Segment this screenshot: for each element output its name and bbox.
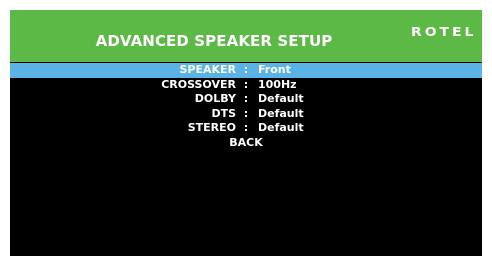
menu-item-back[interactable]: BACK	[10, 136, 482, 151]
menu-item-crossover[interactable]: CROSSOVER : 100Hz	[10, 78, 482, 93]
menu-item-label: CROSSOVER	[161, 77, 236, 91]
menu-item-value: Default	[258, 92, 304, 105]
menu-item-dolby[interactable]: DOLBY : Default	[10, 92, 482, 107]
menu-item-value: Default	[258, 106, 304, 120]
menu-item-label: DTS	[211, 106, 236, 120]
header-bar: ADVANCED SPEAKER SETUP ROTEL	[10, 10, 482, 62]
osd-screen: ADVANCED SPEAKER SETUP ROTEL SPEAKER : F…	[10, 10, 482, 256]
back-label: BACK	[229, 135, 263, 149]
menu-item-stereo[interactable]: STEREO : Default	[10, 121, 482, 136]
menu-item-separator: :	[243, 121, 249, 134]
menu-item-value: Default	[258, 121, 304, 134]
setup-menu: SPEAKER : Front CROSSOVER : 100Hz DOLBY …	[10, 63, 482, 150]
menu-item-speaker[interactable]: SPEAKER : Front	[10, 63, 482, 78]
menu-item-dts[interactable]: DTS : Default	[10, 107, 482, 122]
rotel-logo: ROTEL	[410, 24, 476, 39]
menu-item-label: STEREO	[187, 121, 236, 134]
menu-item-separator: :	[243, 92, 249, 105]
menu-item-label: SPEAKER	[179, 63, 236, 76]
page-title: ADVANCED SPEAKER SETUP	[95, 32, 333, 50]
menu-item-separator: :	[243, 106, 249, 120]
menu-item-label: DOLBY	[194, 92, 236, 105]
menu-item-separator: :	[243, 63, 249, 76]
menu-item-value: Front	[258, 63, 291, 76]
menu-item-value: 100Hz	[258, 77, 297, 91]
menu-item-separator: :	[243, 77, 249, 91]
